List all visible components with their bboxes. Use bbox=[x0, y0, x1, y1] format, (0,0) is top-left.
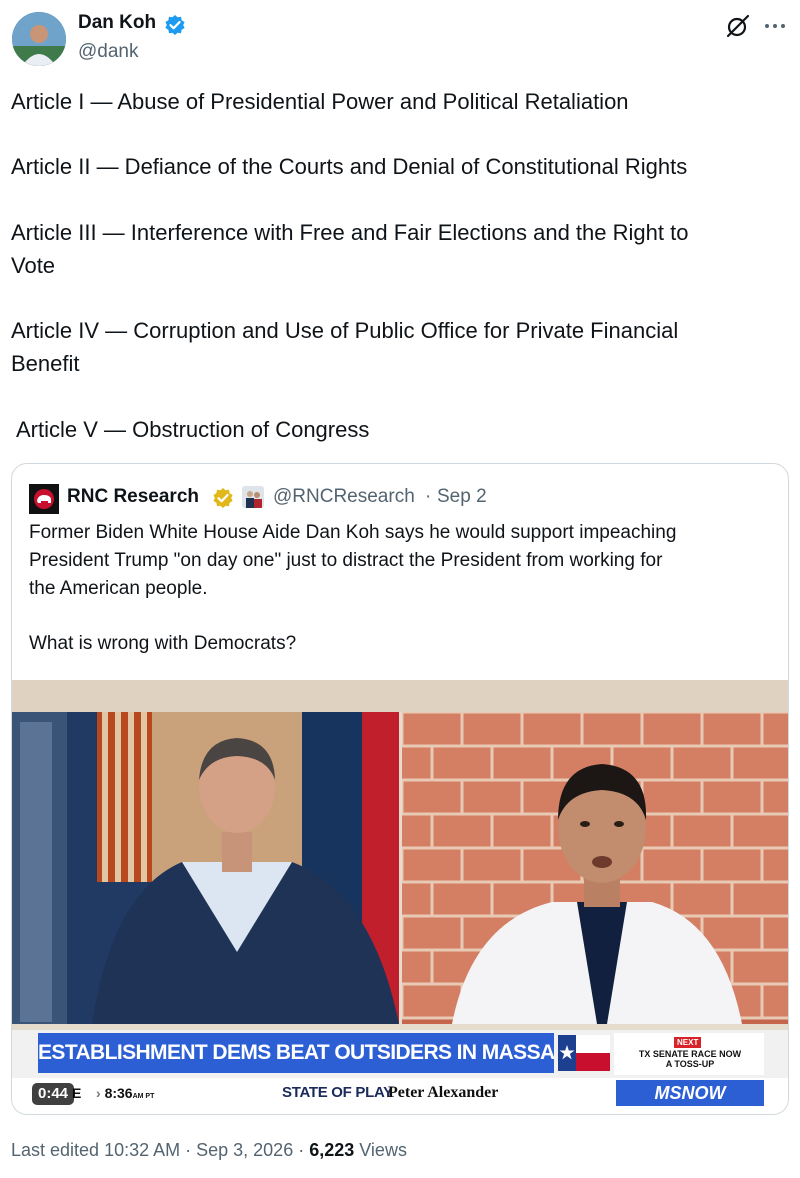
quote-separator: · bbox=[425, 486, 432, 507]
quote-text-line-4: What is wrong with Democrats? bbox=[29, 633, 297, 654]
gold-verified-badge-icon bbox=[213, 488, 233, 508]
quoted-post-card[interactable]: RNC Research @RNCResearch · Sep 2 Former… bbox=[11, 463, 789, 1115]
affiliation-icon[interactable] bbox=[242, 486, 264, 508]
quote-author-handle[interactable]: @RNCResearch bbox=[273, 486, 415, 508]
article-line-2: Article II — Defiance of the Courts and … bbox=[11, 154, 688, 179]
edited-timestamp[interactable]: Last edited 10:32 AM · Sep 3, 2026 · bbox=[11, 1140, 309, 1160]
next-label: NEXT bbox=[674, 1037, 702, 1048]
article-line-4: Article IV — Corruption and Use of Publi… bbox=[11, 318, 679, 343]
post-meta: Last edited 10:32 AM · Sep 3, 2026 · 6,2… bbox=[11, 1140, 407, 1161]
video-duration: 0:44 bbox=[32, 1083, 75, 1105]
show-name: STATE OF PLAY bbox=[282, 1084, 393, 1101]
article-line-4-cont: Benefit bbox=[11, 351, 80, 376]
broadcast-time-value: 8:36 bbox=[104, 1085, 133, 1101]
quote-text-line-3: the American people. bbox=[29, 578, 208, 599]
article-line-5: Article V — Obstruction of Congress bbox=[16, 417, 370, 442]
views-count[interactable]: 6,223 bbox=[309, 1140, 354, 1160]
grok-icon[interactable] bbox=[724, 12, 752, 40]
article-line-3: Article III — Interference with Free and… bbox=[11, 220, 689, 245]
verified-badge-icon bbox=[165, 15, 185, 35]
broadcast-time-suffix: AM PT bbox=[132, 1093, 155, 1100]
quote-date[interactable]: Sep 2 bbox=[437, 486, 487, 508]
article-line-3-cont: Vote bbox=[11, 253, 56, 278]
video-top-pattern bbox=[12, 680, 788, 712]
quote-text-line-2: President Trump "on day one" just to dis… bbox=[29, 550, 663, 571]
author-handle[interactable]: @dank bbox=[78, 41, 139, 63]
texas-flag-icon bbox=[558, 1035, 610, 1071]
more-options-icon[interactable] bbox=[760, 12, 790, 40]
article-line-1: Article I — Abuse of Presidential Power … bbox=[11, 89, 629, 114]
chyron-headline: ESTABLISHMENT DEMS BEAT OUTSIDERS IN MAS… bbox=[38, 1033, 554, 1073]
author-name[interactable]: Dan Koh bbox=[78, 12, 156, 34]
network-logo: MSNOW bbox=[616, 1080, 764, 1106]
video-right-panel bbox=[402, 712, 788, 1024]
next-segment-line-1: TX SENATE RACE NOW bbox=[638, 1049, 742, 1059]
video-player[interactable]: ESTABLISHMENT DEMS BEAT OUTSIDERS IN MAS… bbox=[12, 680, 788, 1114]
quote-avatar[interactable] bbox=[29, 484, 59, 514]
author-avatar[interactable] bbox=[12, 12, 66, 66]
next-segment-text: TX SENATE RACE NOW A TOSS-UP bbox=[620, 1049, 760, 1069]
next-segment-line-2: A TOSS-UP bbox=[665, 1059, 715, 1069]
quote-text-line-1: Former Biden White House Aide Dan Koh sa… bbox=[29, 522, 677, 543]
broadcast-time: › 8:36AM PT bbox=[96, 1085, 155, 1101]
video-left-panel bbox=[12, 712, 399, 1024]
views-label: Views bbox=[354, 1140, 407, 1160]
quote-author-name[interactable]: RNC Research bbox=[67, 486, 199, 508]
anchor-name: Peter Alexander bbox=[388, 1084, 499, 1101]
